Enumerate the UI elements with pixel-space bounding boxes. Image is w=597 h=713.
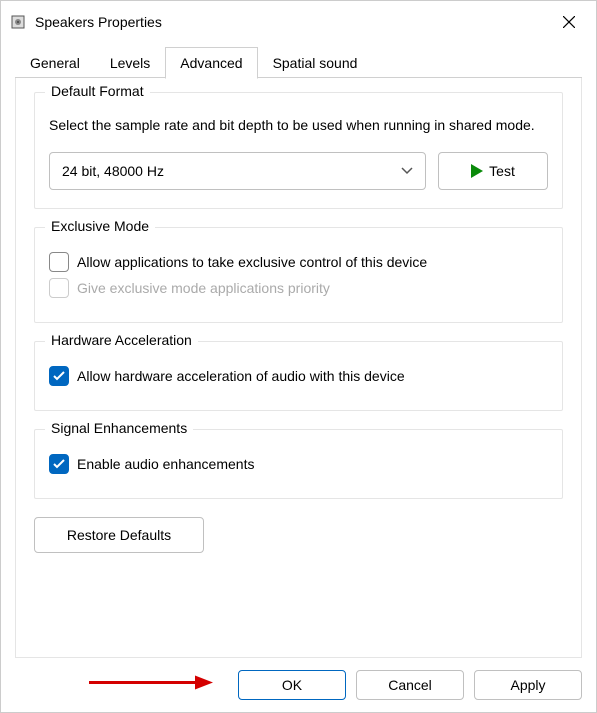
exclusive-priority-label: Give exclusive mode applications priorit…: [77, 280, 330, 296]
check-icon: [53, 459, 65, 469]
default-format-group: Default Format Select the sample rate an…: [34, 92, 563, 209]
exclusive-allow-label: Allow applications to take exclusive con…: [77, 254, 427, 270]
close-button[interactable]: [546, 6, 592, 38]
signal-enhance-label: Enable audio enhancements: [77, 456, 254, 472]
exclusive-mode-group: Exclusive Mode Allow applications to tak…: [34, 227, 563, 323]
restore-defaults-button[interactable]: Restore Defaults: [34, 517, 204, 553]
arrow-annotation: [87, 673, 217, 698]
tab-content: Default Format Select the sample rate an…: [15, 78, 582, 658]
signal-enhance-checkbox[interactable]: [49, 454, 69, 474]
hardware-accel-row: Allow hardware acceleration of audio wit…: [49, 366, 548, 386]
sample-rate-value: 24 bit, 48000 Hz: [62, 163, 164, 179]
tab-spatial[interactable]: Spatial sound: [258, 47, 373, 78]
signal-enhance-group: Signal Enhancements Enable audio enhance…: [34, 429, 563, 499]
sample-rate-select[interactable]: 24 bit, 48000 Hz: [49, 152, 426, 190]
speakers-properties-window: Speakers Properties General Levels Advan…: [0, 0, 597, 713]
ok-button-label: OK: [282, 677, 302, 693]
titlebar: Speakers Properties: [1, 1, 596, 43]
signal-enhance-legend: Signal Enhancements: [45, 420, 193, 436]
apply-button[interactable]: Apply: [474, 670, 582, 700]
exclusive-priority-row: Give exclusive mode applications priorit…: [49, 278, 548, 298]
test-button-label: Test: [489, 163, 515, 179]
default-format-legend: Default Format: [45, 83, 150, 99]
cancel-button-label: Cancel: [388, 677, 432, 693]
exclusive-allow-row: Allow applications to take exclusive con…: [49, 252, 548, 272]
tab-levels[interactable]: Levels: [95, 47, 165, 78]
test-button[interactable]: Test: [438, 152, 548, 190]
play-icon: [471, 164, 483, 178]
check-icon: [53, 371, 65, 381]
exclusive-allow-checkbox[interactable]: [49, 252, 69, 272]
tab-bar: General Levels Advanced Spatial sound: [1, 43, 596, 78]
restore-defaults-label: Restore Defaults: [67, 527, 171, 543]
hardware-accel-checkbox[interactable]: [49, 366, 69, 386]
apply-button-label: Apply: [510, 677, 545, 693]
dialog-footer: OK Cancel Apply: [1, 658, 596, 712]
default-format-description: Select the sample rate and bit depth to …: [49, 115, 548, 136]
hardware-accel-label: Allow hardware acceleration of audio wit…: [77, 368, 405, 384]
exclusive-priority-checkbox: [49, 278, 69, 298]
ok-button[interactable]: OK: [238, 670, 346, 700]
tab-advanced[interactable]: Advanced: [165, 47, 257, 79]
exclusive-mode-legend: Exclusive Mode: [45, 218, 155, 234]
hardware-accel-group: Hardware Acceleration Allow hardware acc…: [34, 341, 563, 411]
cancel-button[interactable]: Cancel: [356, 670, 464, 700]
format-row: 24 bit, 48000 Hz Test: [49, 152, 548, 190]
tab-general[interactable]: General: [15, 47, 95, 78]
speaker-app-icon: [9, 13, 27, 31]
signal-enhance-row: Enable audio enhancements: [49, 454, 548, 474]
chevron-down-icon: [401, 164, 413, 178]
window-title: Speakers Properties: [35, 14, 546, 30]
hardware-accel-legend: Hardware Acceleration: [45, 332, 198, 348]
close-icon: [563, 16, 575, 28]
